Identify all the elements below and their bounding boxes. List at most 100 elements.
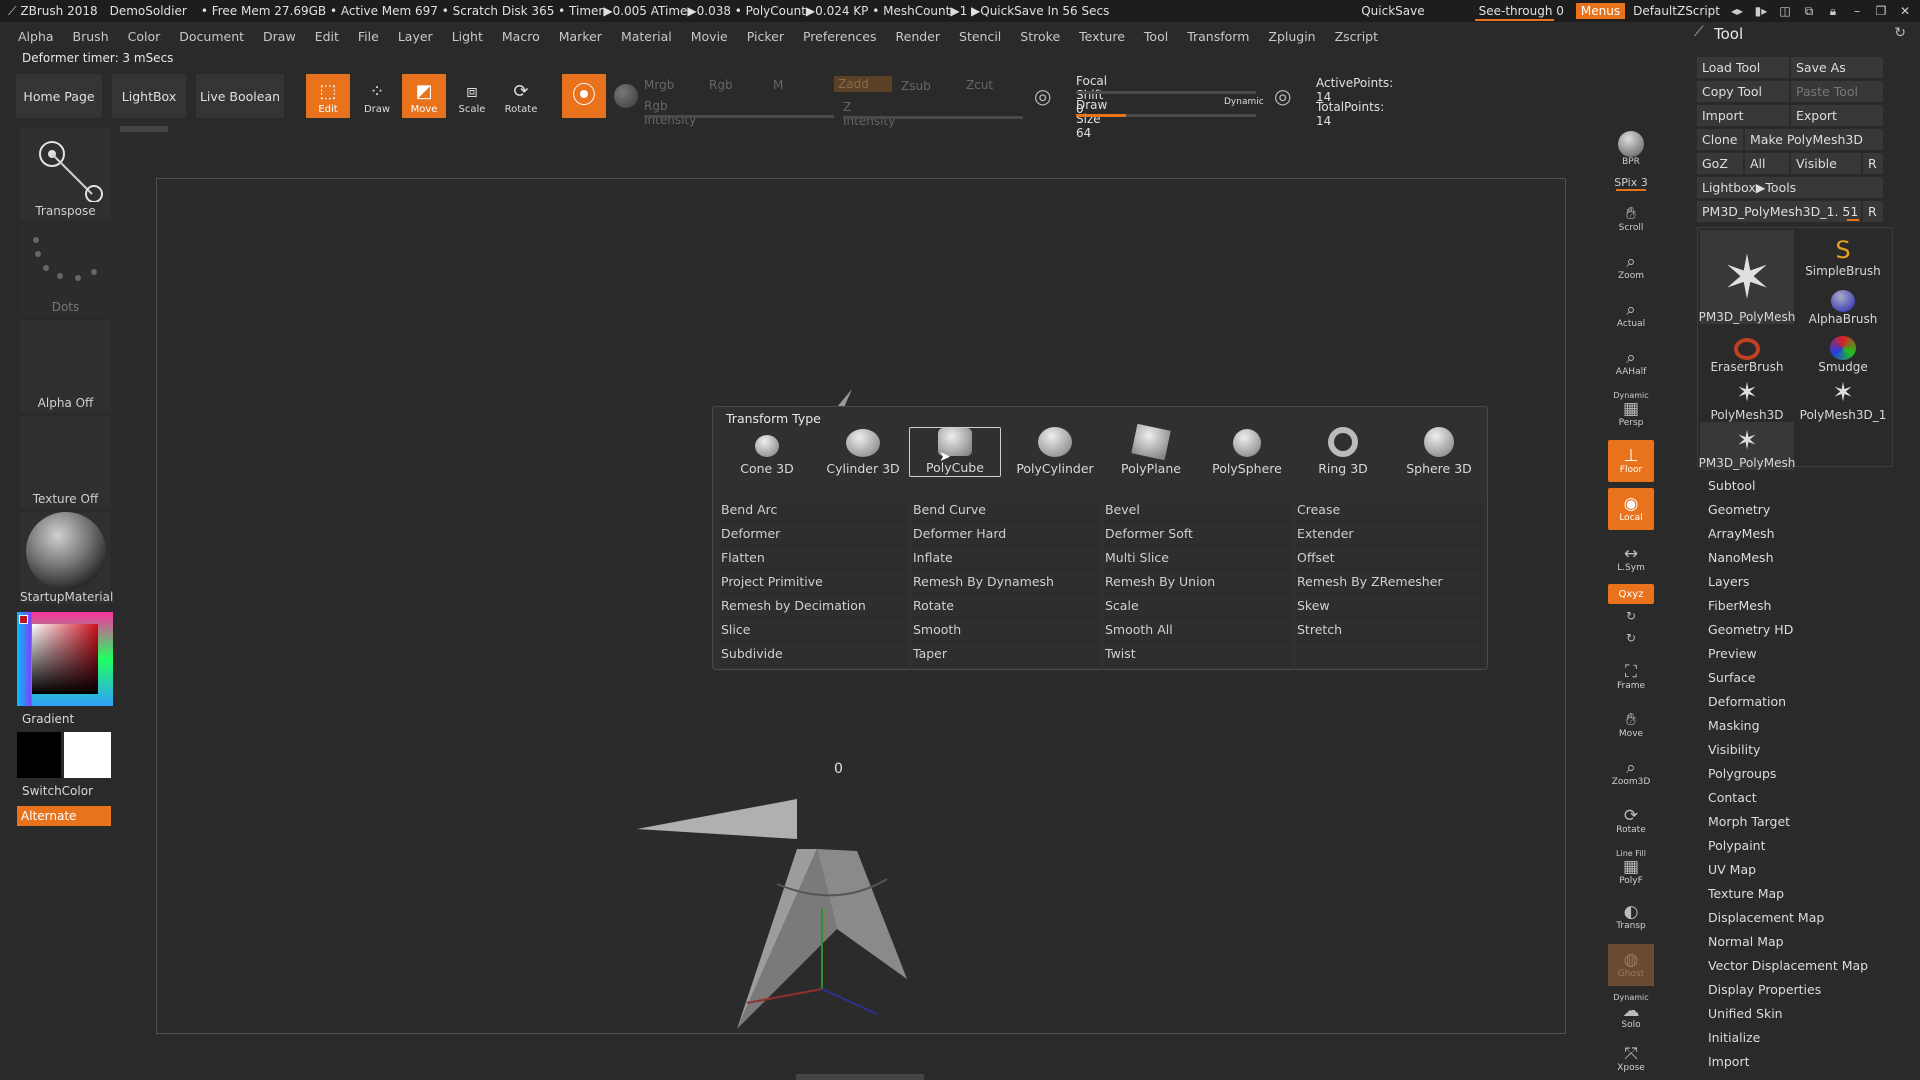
- focal-shift-icon[interactable]: ◎: [1034, 84, 1051, 108]
- dynamic-brush-icon[interactable]: ◎: [1274, 84, 1291, 108]
- transp-button[interactable]: ◐ Transp: [1608, 896, 1654, 938]
- section-polygroups[interactable]: Polygroups: [1708, 766, 1776, 781]
- action-bend-curve[interactable]: Bend Curve: [912, 498, 1100, 522]
- color-picker-field[interactable]: [32, 624, 98, 694]
- menu-light[interactable]: Light: [452, 29, 483, 44]
- draw-button[interactable]: ⁘ Draw: [355, 74, 399, 118]
- section-subtool[interactable]: Subtool: [1708, 478, 1755, 493]
- z-intensity-slider[interactable]: Z Intensity: [843, 100, 895, 128]
- lock-icon[interactable]: 🔒︎: [1826, 4, 1840, 19]
- alpha-slot[interactable]: Alpha Off: [20, 320, 111, 412]
- action-remesh-by-decimation[interactable]: Remesh by Decimation: [720, 594, 908, 618]
- section-preview[interactable]: Preview: [1708, 646, 1757, 661]
- move-button[interactable]: ◩ Move: [402, 74, 446, 118]
- action-extender[interactable]: Extender: [1296, 522, 1484, 546]
- rgb-button[interactable]: Rgb: [709, 78, 733, 92]
- rotate-z-icon[interactable]: ↻: [1608, 628, 1654, 648]
- shape-polycylinder[interactable]: PolyCylinder: [1009, 427, 1101, 477]
- thumb-eraserbrush[interactable]: EraserBrush: [1700, 326, 1794, 374]
- menu-marker[interactable]: Marker: [559, 29, 602, 44]
- alternate-button[interactable]: Alternate: [17, 806, 111, 826]
- zcut-button[interactable]: Zcut: [966, 78, 993, 92]
- section-arraymesh[interactable]: ArrayMesh: [1708, 526, 1775, 541]
- section-unified-skin[interactable]: Unified Skin: [1708, 1006, 1783, 1021]
- scale-button[interactable]: ⧈ Scale: [450, 74, 494, 118]
- save-as-button[interactable]: Save As: [1791, 57, 1883, 78]
- current-tool-slider[interactable]: PM3D_PolyMesh3D_1. 51: [1697, 201, 1861, 222]
- goz-r-button[interactable]: R: [1863, 153, 1883, 174]
- menu-movie[interactable]: Movie: [691, 29, 728, 44]
- thumb-simplebrush[interactable]: S SimpleBrush: [1796, 230, 1890, 278]
- action-remesh-by-union[interactable]: Remesh By Union: [1104, 570, 1292, 594]
- lsym-button[interactable]: ↔ L.Sym: [1608, 538, 1654, 580]
- section-initialize[interactable]: Initialize: [1708, 1030, 1760, 1045]
- action-remesh-by-zremesher[interactable]: Remesh By ZRemesher: [1296, 570, 1484, 594]
- polyf-button[interactable]: Line Fill ▦ PolyF: [1608, 846, 1654, 888]
- section-uv-map[interactable]: UV Map: [1708, 862, 1756, 877]
- action-deformer-hard[interactable]: Deformer Hard: [912, 522, 1100, 546]
- section-visibility[interactable]: Visibility: [1708, 742, 1760, 757]
- action-taper[interactable]: Taper: [912, 642, 1100, 666]
- section-masking[interactable]: Masking: [1708, 718, 1760, 733]
- zsub-button[interactable]: Zsub: [901, 79, 931, 93]
- action-inflate[interactable]: Inflate: [912, 546, 1100, 570]
- thumb-polymesh3d-1[interactable]: ✶ PolyMesh3D_1: [1796, 374, 1890, 422]
- action-skew[interactable]: Skew: [1296, 594, 1484, 618]
- shape-cylinder-3d[interactable]: Cylinder 3D: [817, 427, 909, 477]
- shape-polycube[interactable]: PolyCube: [909, 427, 1001, 477]
- section-import[interactable]: Import: [1708, 1054, 1750, 1069]
- rotate-button[interactable]: ⟳ Rotate: [499, 74, 543, 118]
- menu-transform[interactable]: Transform: [1187, 29, 1249, 44]
- thumb-pm3d-polymesh[interactable]: ✶ PM3D_PolyMesh: [1699, 230, 1795, 324]
- brush-stroke-slot[interactable]: Dots: [20, 224, 111, 316]
- menu-zplugin[interactable]: Zplugin: [1268, 29, 1315, 44]
- menu-draw[interactable]: Draw: [263, 29, 296, 44]
- section-texture-map[interactable]: Texture Map: [1708, 886, 1784, 901]
- menu-render[interactable]: Render: [896, 29, 941, 44]
- rotate-y-icon[interactable]: ↻: [1608, 606, 1654, 626]
- action-subdivide[interactable]: Subdivide: [720, 642, 908, 666]
- frame-button[interactable]: ⛶ Frame: [1608, 656, 1654, 698]
- thumb-alphabrush[interactable]: AlphaBrush: [1796, 278, 1890, 326]
- menu-macro[interactable]: Macro: [502, 29, 540, 44]
- default-zscript-button[interactable]: DefaultZScript: [1633, 4, 1720, 18]
- shelf-scroll-indicator[interactable]: [120, 126, 168, 132]
- floor-button[interactable]: ⊥ Floor: [1608, 440, 1654, 482]
- current-tool-r-button[interactable]: R: [1863, 201, 1883, 222]
- xpose-button[interactable]: ⤧ Xpose: [1608, 1038, 1654, 1080]
- menu-stroke[interactable]: Stroke: [1020, 29, 1060, 44]
- copy-tool-button[interactable]: Copy Tool: [1697, 81, 1789, 102]
- ghost-button[interactable]: ◍ Ghost: [1608, 944, 1654, 986]
- menu-file[interactable]: File: [358, 29, 379, 44]
- action-smooth-all[interactable]: Smooth All: [1104, 618, 1292, 642]
- shape-polyplane[interactable]: PolyPlane: [1105, 423, 1197, 477]
- section-geometry[interactable]: Geometry: [1708, 502, 1770, 517]
- rotate-view-button[interactable]: ⟳ Rotate: [1608, 800, 1654, 842]
- action-offset[interactable]: Offset: [1296, 546, 1484, 570]
- menu-preferences[interactable]: Preferences: [803, 29, 877, 44]
- windows-icon[interactable]: ⧉: [1802, 4, 1816, 19]
- menu-brush[interactable]: Brush: [73, 29, 109, 44]
- clone-button[interactable]: Clone: [1697, 129, 1743, 150]
- gizmo-toggle-button[interactable]: ⦿: [562, 74, 606, 118]
- import-button[interactable]: Import: [1697, 105, 1789, 126]
- action-bend-arc[interactable]: Bend Arc: [720, 498, 908, 522]
- layout-icon[interactable]: ◂▸: [1730, 4, 1744, 18]
- palette-icon[interactable]: ◫: [1778, 4, 1792, 18]
- section-normal-map[interactable]: Normal Map: [1708, 934, 1784, 949]
- shape-ring-3d[interactable]: Ring 3D: [1297, 427, 1389, 477]
- secondary-color-swatch[interactable]: [64, 732, 111, 778]
- menu-stencil[interactable]: Stencil: [959, 29, 1001, 44]
- bpr-button[interactable]: BPR: [1608, 128, 1654, 170]
- close-icon[interactable]: ✕: [1898, 4, 1912, 18]
- shape-sphere-3d[interactable]: Sphere 3D: [1393, 427, 1485, 477]
- menu-tool[interactable]: Tool: [1144, 29, 1168, 44]
- thumb-pm3d-polymesh-2[interactable]: ✶ PM3D_PolyMesh: [1699, 422, 1795, 470]
- action-stretch[interactable]: Stretch: [1296, 618, 1484, 642]
- rgb-intensity-track[interactable]: [644, 115, 834, 118]
- live-boolean-button[interactable]: Live Boolean: [196, 74, 284, 118]
- section-geometry-hd[interactable]: Geometry HD: [1708, 622, 1793, 637]
- mrgb-button[interactable]: Mrgb: [644, 78, 674, 92]
- see-through-slider[interactable]: See-through 0: [1474, 4, 1564, 21]
- xyz-button[interactable]: Qxyz: [1608, 584, 1654, 604]
